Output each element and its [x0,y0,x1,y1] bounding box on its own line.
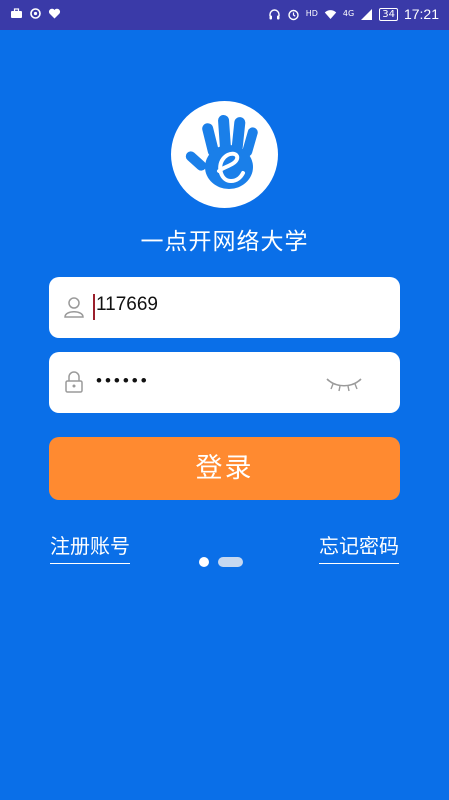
signal-type-label: 4G [342,9,355,18]
app-title: 一点开网络大学 [140,229,309,255]
username-field[interactable]: 117669 [49,277,400,338]
hand-e-logo-icon [171,101,278,208]
wifi-icon [324,8,337,21]
lock-icon [63,370,85,394]
page-indicator [199,557,243,567]
sync-icon [29,7,42,20]
alarm-icon [287,8,300,21]
page-indicator-dot-active [199,557,209,567]
headset-icon [268,8,281,21]
password-input[interactable]: •••••• [96,371,150,391]
user-icon [63,295,85,319]
heart-monitor-icon [48,7,61,20]
status-bar-right: HD 4G 34 17:21 [268,6,439,22]
username-input[interactable]: 117669 [96,294,158,316]
status-bar-left [10,7,61,20]
eye-closed-icon[interactable] [324,374,364,392]
password-field[interactable]: •••••• [49,352,400,413]
battery-icon: 34 [379,7,398,21]
forgot-password-link[interactable]: 忘记密码 [319,530,399,564]
briefcase-icon [10,7,23,20]
text-cursor [93,294,95,320]
clock-time: 17:21 [403,6,439,22]
signal-icon [360,8,373,21]
hd-icon: HD [305,9,318,18]
register-link[interactable]: 注册账号 [50,530,130,564]
status-bar: HD 4G 34 17:21 [0,0,449,30]
page-indicator-dot [218,557,243,567]
login-button[interactable]: 登录 [49,437,400,500]
